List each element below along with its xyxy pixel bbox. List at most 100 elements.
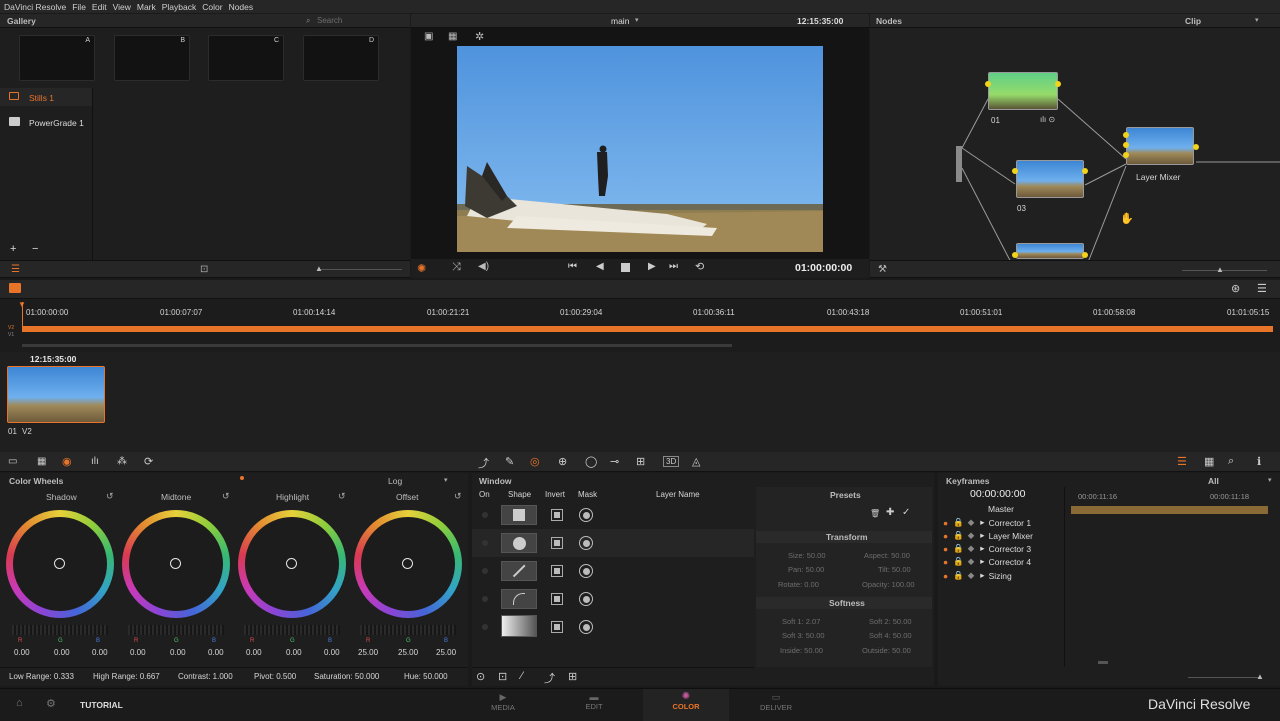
rotate-field[interactable]: Rotate: 0.00 [778, 580, 819, 589]
soft2-field[interactable]: Soft 2: 50.00 [869, 617, 912, 626]
gear-icon[interactable]: ✺ [417, 262, 426, 275]
chevron-down-icon[interactable]: ▾ [635, 16, 639, 24]
layer-mixer-node[interactable] [1126, 127, 1194, 165]
mask-toggle[interactable] [579, 508, 593, 522]
grid-view-icon[interactable]: ▦ [448, 31, 457, 42]
green-value[interactable]: 25.00 [398, 648, 418, 657]
wand-icon[interactable]: ⚒ [878, 264, 887, 275]
timeline-icon[interactable] [9, 283, 21, 293]
reset-icon[interactable]: ↺ [454, 491, 462, 502]
gallery-search-input[interactable]: Search [317, 16, 342, 25]
color-wheel[interactable] [122, 510, 230, 618]
color-wheel[interactable] [354, 510, 462, 618]
page-color[interactable]: ✺ COLOR [643, 689, 729, 721]
reset-icon[interactable]: ↺ [106, 491, 114, 502]
master-wheel-slider[interactable] [12, 625, 108, 635]
curve-shape-icon[interactable] [501, 589, 537, 609]
hue-value[interactable]: Hue: 50.000 [404, 672, 448, 681]
3d-icon[interactable]: 3D [663, 456, 680, 467]
invert-checkbox[interactable] [551, 565, 563, 577]
soft4-field[interactable]: Soft 4: 50.00 [869, 631, 912, 640]
size-field[interactable]: Size: 50.00 [788, 551, 826, 560]
keyframe-zoom-slider[interactable] [1188, 677, 1260, 678]
node-input-dot[interactable] [1012, 252, 1018, 258]
hsl-icon[interactable]: ⁂ [117, 456, 127, 467]
soft3-field[interactable]: Soft 3: 50.00 [782, 631, 825, 640]
mask-toggle[interactable] [579, 536, 593, 550]
master-wheel-slider[interactable] [244, 625, 340, 635]
search-icon[interactable]: ⌕ [306, 16, 310, 26]
color-wheel[interactable] [238, 510, 346, 618]
menu-playback[interactable]: Playback [162, 2, 197, 12]
keyframe-track-bar[interactable] [1071, 506, 1268, 514]
keyframes-filter[interactable]: All [1208, 476, 1219, 486]
master-wheel-slider[interactable] [360, 625, 456, 635]
soft1-field[interactable]: Soft 1: 2.07 [782, 617, 820, 626]
reset-icon[interactable]: ↺ [222, 491, 230, 502]
gradient-shape-icon[interactable] [501, 615, 537, 637]
grid-icon[interactable]: ▦ [37, 456, 46, 467]
menu-nodes[interactable]: Nodes [229, 2, 254, 12]
zoom-slider[interactable] [318, 269, 402, 270]
pan-field[interactable]: Pan: 50.00 [788, 565, 824, 574]
toggle-on[interactable] [482, 624, 488, 630]
album-item-stills[interactable]: Stills 1 [0, 88, 92, 106]
clip-thumbnail[interactable] [7, 366, 105, 423]
remove-album-button[interactable]: − [32, 243, 38, 255]
chevron-down-icon[interactable]: ▾ [444, 476, 448, 484]
add-preset-icon[interactable]: ✚ [886, 507, 894, 518]
kf-row-layer-mixer[interactable]: ● 🔒 ◆ ▸ Layer Mixer [938, 529, 1064, 542]
mixer-input-dot[interactable] [1123, 142, 1129, 148]
refresh-icon[interactable]: ⟳ [144, 455, 153, 468]
play-icon[interactable]: ▶ [648, 261, 656, 272]
kf-row-corrector1[interactable]: ● 🔒 ◆ ▸ Corrector 1 [938, 516, 1064, 529]
skip-forward-icon[interactable]: ⏭ [669, 261, 678, 272]
node-input-dot[interactable] [1012, 168, 1018, 174]
add-gradient-icon[interactable]: ⊞ [568, 670, 577, 683]
color-wheel[interactable] [6, 510, 114, 618]
keyframe-zoom-handle[interactable]: ▲ [1256, 672, 1264, 681]
mask-toggle[interactable] [579, 564, 593, 578]
node-zoom-slider[interactable] [1182, 270, 1267, 271]
invert-checkbox[interactable] [551, 621, 563, 633]
sizing-icon[interactable]: ⊞ [636, 455, 645, 468]
node-03[interactable] [1016, 160, 1084, 198]
shuffle-icon[interactable]: ⤨ [452, 261, 461, 274]
saturation-value[interactable]: Saturation: 50.000 [314, 672, 379, 681]
menu-view[interactable]: View [113, 2, 131, 12]
menu-color[interactable]: Color [202, 2, 222, 12]
tracker-icon[interactable]: ⊕ [558, 455, 567, 468]
pivot-value[interactable]: Pivot: 0.500 [254, 672, 296, 681]
timeline-scrollbar[interactable] [22, 344, 732, 347]
toggle-on[interactable] [482, 596, 488, 602]
invert-checkbox[interactable] [551, 537, 563, 549]
qualifier-icon[interactable]: ✎ [505, 455, 514, 468]
color-wheels-icon[interactable]: ◉ [62, 455, 72, 468]
add-album-button[interactable]: + [10, 243, 16, 255]
drop-icon[interactable]: ◬ [692, 455, 700, 468]
camera-icon[interactable]: ⊡ [200, 264, 208, 275]
timeline-clip-bar[interactable] [22, 326, 1273, 332]
blue-value[interactable]: 0.00 [208, 648, 224, 657]
chevron-down-icon[interactable]: ▾ [1255, 16, 1259, 24]
tilt-field[interactable]: Tilt: 50.00 [878, 565, 911, 574]
still-slot-c[interactable]: C [208, 35, 284, 81]
mask-toggle[interactable] [579, 592, 593, 606]
node-output-dot[interactable] [1082, 252, 1088, 258]
still-slot-b[interactable]: B [114, 35, 190, 81]
keyframe-scroll-handle[interactable] [1098, 661, 1108, 664]
window-row-line[interactable] [472, 557, 754, 585]
timeline-ruler[interactable]: 01:00:00:00 01:00:07:07 01:00:14:14 01:0… [0, 302, 1280, 322]
red-value[interactable]: 0.00 [246, 648, 262, 657]
still-slot-a[interactable]: A [19, 35, 95, 81]
loop-icon[interactable]: ⟲ [695, 260, 704, 273]
invert-checkbox[interactable] [551, 593, 563, 605]
square-shape-icon[interactable] [501, 505, 537, 525]
invert-checkbox[interactable] [551, 509, 563, 521]
menu-file[interactable]: File [72, 2, 86, 12]
page-deliver[interactable]: ▭ DELIVER [746, 692, 806, 712]
curve-tool-icon[interactable]: ⤴ [478, 455, 489, 471]
mixer-output-dot[interactable] [1193, 144, 1199, 150]
high-range-value[interactable]: High Range: 0.667 [93, 672, 160, 681]
node-zoom-handle[interactable]: ▲ [1216, 265, 1224, 274]
